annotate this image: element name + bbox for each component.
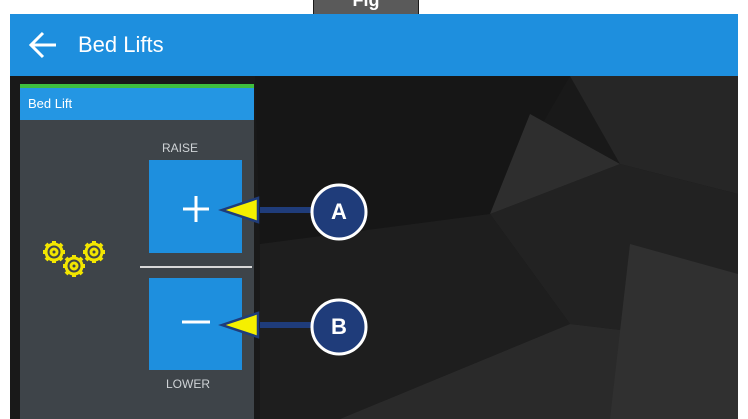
panel-title: Bed Lift <box>28 96 73 111</box>
callout-b-letter: B <box>331 314 347 339</box>
page-title: Bed Lifts <box>78 32 164 57</box>
app-header: Bed Lifts <box>10 14 738 76</box>
arrow-left-icon[interactable] <box>28 31 58 59</box>
callout-a-letter: A <box>331 199 347 224</box>
minus-icon <box>182 320 210 324</box>
lower-label: LOWER <box>166 377 211 391</box>
gears-icon <box>43 241 105 277</box>
figure-tab: Fig <box>313 0 419 15</box>
bed-lift-panel: Bed Lift RAISE LOWER <box>20 84 254 419</box>
panel-header: Bed Lift <box>20 88 254 120</box>
plus-icon <box>183 196 209 222</box>
raise-button[interactable] <box>149 160 242 253</box>
device-screen: Bed Lifts Bed Lift RAISE LOWER A B <box>10 14 738 419</box>
lower-button[interactable] <box>149 278 242 370</box>
figure-tab-label: Fig <box>352 0 380 10</box>
raise-label: RAISE <box>162 141 199 155</box>
divider <box>140 266 252 268</box>
